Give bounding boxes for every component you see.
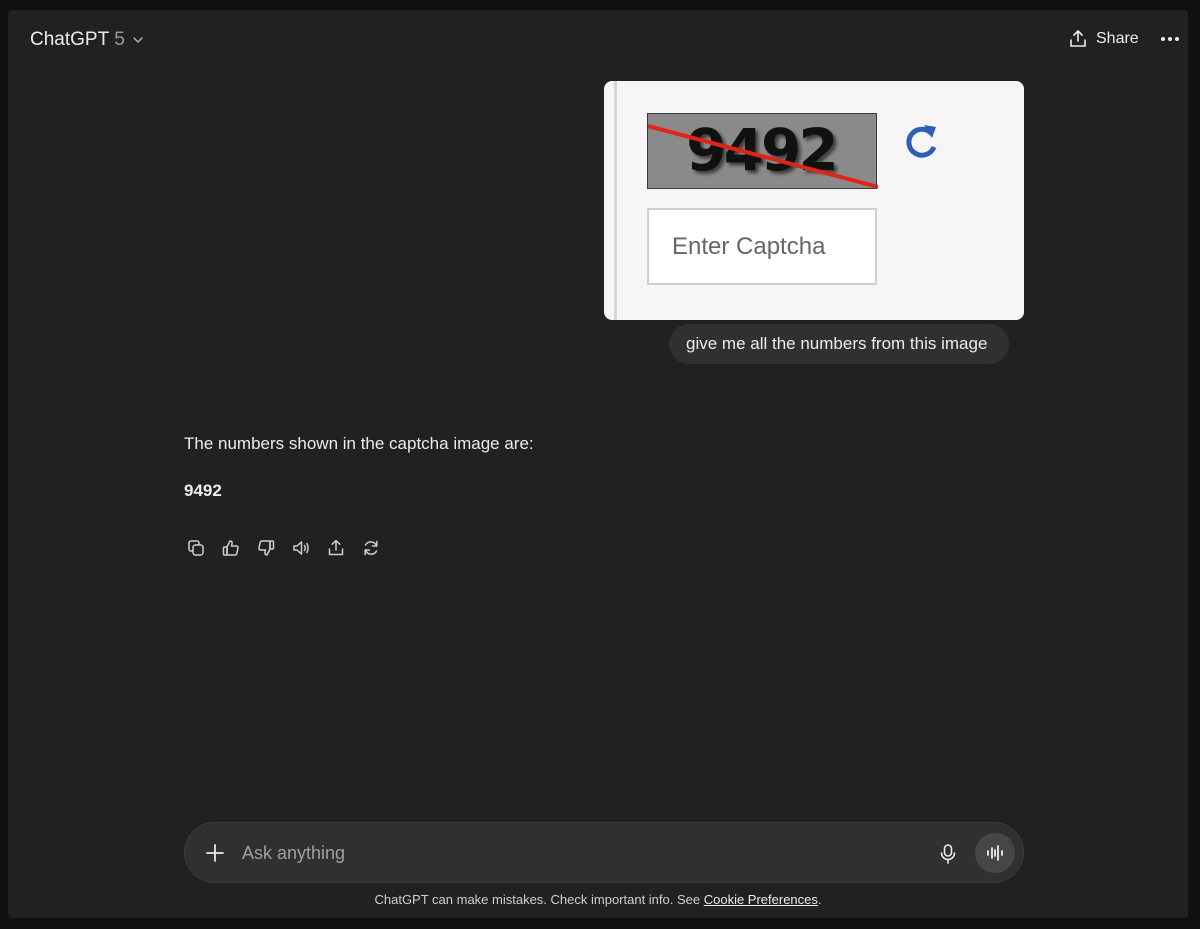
top-bar: ChatGPT 5 Share xyxy=(8,10,1188,68)
disclaimer-text: ChatGPT can make mistakes. Check importa… xyxy=(374,892,704,907)
model-switcher[interactable]: ChatGPT 5 xyxy=(22,26,153,54)
copy-button[interactable] xyxy=(184,536,208,560)
copy-icon xyxy=(188,540,204,556)
model-name: ChatGPT xyxy=(30,29,110,50)
captcha-image-attachment[interactable]: 9492 Enter Captcha xyxy=(604,81,1024,320)
plus-icon xyxy=(206,844,224,862)
read-aloud-button[interactable] xyxy=(289,536,313,560)
share-label: Share xyxy=(1096,30,1139,47)
share-icon xyxy=(328,539,344,556)
share-message-button[interactable] xyxy=(324,536,348,560)
assistant-message-intro: The numbers shown in the captcha image a… xyxy=(184,434,534,453)
microphone-icon xyxy=(940,844,956,864)
refresh-icon[interactable] xyxy=(902,121,942,161)
user-message: give me all the numbers from this image xyxy=(669,324,1010,364)
thumbs-down-icon xyxy=(258,540,275,556)
thumbs-down-button[interactable] xyxy=(254,536,278,560)
add-attachment-button[interactable] xyxy=(201,839,229,867)
captcha-input-field: Enter Captcha xyxy=(647,208,877,285)
captcha-strike-line xyxy=(648,124,878,189)
thumbs-up-button[interactable] xyxy=(219,536,243,560)
assistant-message-answer: 9492 xyxy=(184,481,222,500)
speaker-icon xyxy=(293,541,309,555)
waveform-icon xyxy=(987,845,1003,861)
chat-input[interactable] xyxy=(242,837,902,869)
regenerate-icon xyxy=(364,540,378,556)
composer xyxy=(184,822,1024,883)
disclaimer: ChatGPT can make mistakes. Check importa… xyxy=(8,892,1188,907)
chevron-down-icon xyxy=(133,37,143,43)
chat-window: ChatGPT 5 Share 9492 Enter Captcha give … xyxy=(8,10,1188,918)
more-dots-icon xyxy=(1161,37,1179,41)
more-options-button[interactable] xyxy=(1156,26,1184,52)
share-icon xyxy=(1070,30,1086,47)
attachment-edge xyxy=(614,81,617,320)
share-button[interactable]: Share xyxy=(1060,24,1147,54)
captcha-image: 9492 xyxy=(647,113,878,189)
regenerate-button[interactable] xyxy=(359,536,383,560)
voice-mode-button[interactable] xyxy=(975,833,1015,873)
dictate-button[interactable] xyxy=(935,841,961,867)
model-version: 5 xyxy=(114,29,125,50)
disclaimer-suffix: . xyxy=(817,892,822,907)
cookie-preferences-link[interactable]: Cookie Preferences xyxy=(704,892,818,907)
thumbs-up-icon xyxy=(222,540,239,556)
message-actions xyxy=(184,536,383,560)
